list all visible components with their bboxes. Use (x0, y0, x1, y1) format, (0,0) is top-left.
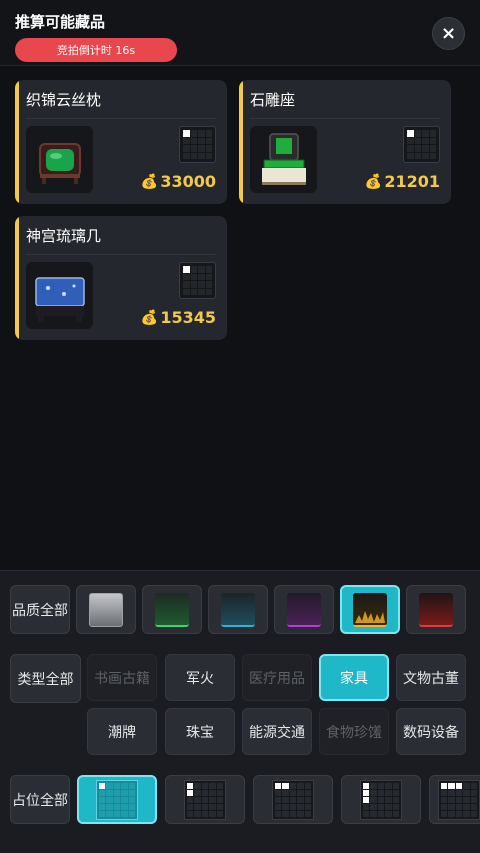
rarity-bar (15, 216, 19, 340)
slot-grid (403, 126, 440, 163)
close-button[interactable]: × (432, 17, 465, 50)
type-chip-food[interactable]: 食物珍馐 (319, 708, 389, 755)
quality-swatch-green[interactable] (142, 585, 202, 634)
purple-quality-icon (287, 592, 321, 627)
item-thumbnail (250, 126, 317, 193)
price-value: 21201 (384, 172, 440, 191)
money-bag-icon: 💰 (140, 309, 159, 326)
countdown-badge: 竞拍倒计时 16s (15, 38, 177, 62)
white-quality-icon (89, 592, 123, 627)
type-chip-arms[interactable]: 军火 (165, 654, 235, 701)
page-title: 推算可能藏品 (15, 13, 106, 31)
item-name: 织锦云丝枕 (26, 91, 102, 109)
green-quality-icon (155, 592, 189, 627)
red-quality-icon (419, 592, 453, 627)
type-chip-furniture[interactable]: 家具 (319, 654, 389, 701)
divider (26, 254, 216, 255)
quality-swatch-gold[interactable] (340, 585, 400, 634)
slot-option-1x2[interactable] (165, 775, 245, 824)
slot-grid (179, 126, 216, 163)
slot-grid-icon (96, 779, 138, 820)
item-price: 💰 15345 (141, 308, 216, 327)
type-chip-antiques[interactable]: 文物古董 (396, 654, 466, 701)
divider (250, 118, 440, 119)
item-price: 💰 33000 (141, 172, 216, 191)
type-chip-jewelry[interactable]: 珠宝 (165, 708, 235, 755)
slot-option-3x1[interactable] (429, 775, 480, 824)
type-chip-digital[interactable]: 数码设备 (396, 708, 466, 755)
quality-swatch-blue[interactable] (208, 585, 268, 634)
price-value: 33000 (160, 172, 216, 191)
item-name: 神宫琉璃几 (26, 227, 102, 245)
item-thumbnail (26, 126, 93, 193)
slot-grid-icon (360, 779, 402, 820)
slot-option-2x1[interactable] (253, 775, 333, 824)
blue-quality-icon (221, 592, 255, 627)
rarity-bar (239, 80, 243, 204)
quality-all-button[interactable]: 品质全部 (10, 585, 70, 634)
quality-swatch-red[interactable] (406, 585, 466, 634)
quality-swatch-white[interactable] (76, 585, 136, 634)
gold-quality-icon (353, 592, 387, 627)
slot-all-button[interactable]: 占位全部 (10, 775, 70, 824)
quality-swatch-purple[interactable] (274, 585, 334, 634)
slot-option-1x1[interactable] (77, 775, 157, 824)
header: 推算可能藏品 竞拍倒计时 16s × (0, 0, 480, 66)
type-chip-fashion[interactable]: 潮牌 (87, 708, 157, 755)
price-value: 15345 (160, 308, 216, 327)
filter-panel: 品质全部 类型全部 书画古籍 军火 医疗用品 家具 文物古董 潮牌 珠宝 能源交… (0, 570, 480, 853)
slot-grid-icon (438, 779, 480, 820)
slot-grid-icon (272, 779, 314, 820)
item-price: 💰 21201 (365, 172, 440, 191)
slot-grid (179, 262, 216, 299)
rarity-bar (15, 80, 19, 204)
type-chip-medical[interactable]: 医疗用品 (242, 654, 312, 701)
item-thumbnail (26, 262, 93, 329)
money-bag-icon: 💰 (140, 173, 159, 190)
item-card[interactable]: 石雕座 💰 21201 (239, 80, 451, 204)
slot-option-1x3[interactable] (341, 775, 421, 824)
type-chip-books[interactable]: 书画古籍 (87, 654, 157, 701)
slot-grid-icon (184, 779, 226, 820)
item-name: 石雕座 (250, 91, 296, 109)
type-all-button[interactable]: 类型全部 (10, 654, 81, 703)
item-card[interactable]: 神宫琉璃几 💰 15345 (15, 216, 227, 340)
divider (26, 118, 216, 119)
item-card[interactable]: 织锦云丝枕 💰 33000 (15, 80, 227, 204)
type-chip-energy[interactable]: 能源交通 (242, 708, 312, 755)
money-bag-icon: 💰 (364, 173, 383, 190)
